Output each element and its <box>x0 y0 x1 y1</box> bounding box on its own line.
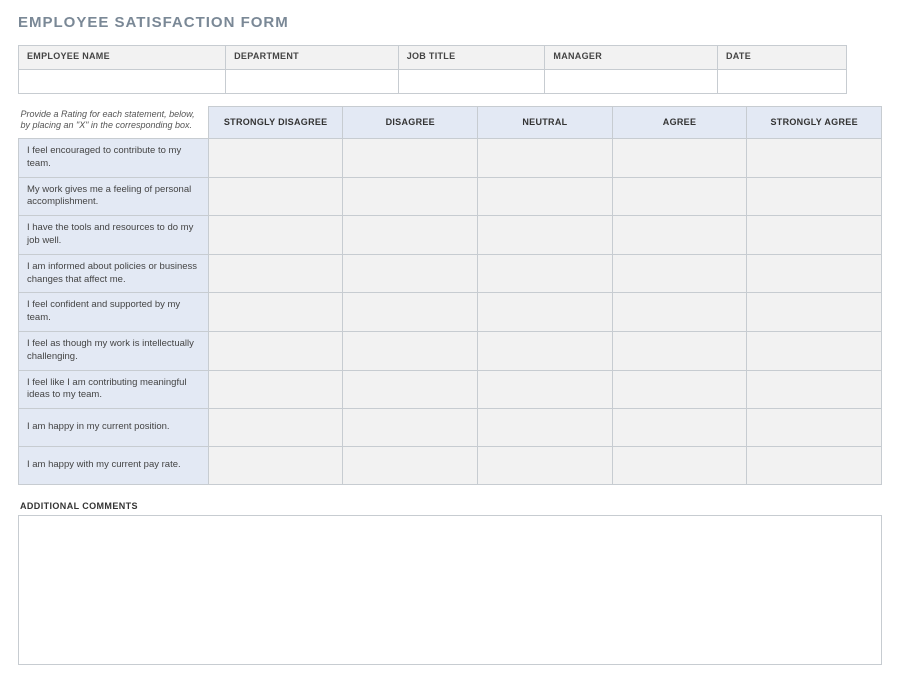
manager-field[interactable] <box>545 70 718 94</box>
form-title: EMPLOYEE SATISFACTION FORM <box>18 14 882 31</box>
rating-cell[interactable] <box>343 293 478 332</box>
rating-cell[interactable] <box>343 332 478 371</box>
statement-cell: I am informed about policies or business… <box>19 254 209 293</box>
employee-info-section: EMPLOYEE NAME DEPARTMENT JOB TITLE MANAG… <box>18 45 882 94</box>
comments-label: ADDITIONAL COMMENTS <box>18 501 882 511</box>
rating-cell[interactable] <box>478 332 613 371</box>
rating-cell[interactable] <box>343 216 478 255</box>
rating-cell[interactable] <box>343 447 478 485</box>
rating-cell[interactable] <box>208 293 343 332</box>
rating-cell[interactable] <box>478 447 613 485</box>
rating-header-disagree: DISAGREE <box>343 107 478 139</box>
rating-header-agree: AGREE <box>612 107 747 139</box>
statement-cell: I am happy with my current pay rate. <box>19 447 209 485</box>
statement-cell: I am happy in my current position. <box>19 409 209 447</box>
rating-cell[interactable] <box>208 216 343 255</box>
rating-cell[interactable] <box>612 254 747 293</box>
info-header-mgr: MANAGER <box>545 46 718 70</box>
rating-cell[interactable] <box>343 254 478 293</box>
rating-cell[interactable] <box>747 254 882 293</box>
statement-cell: I feel like I am contributing meaningful… <box>19 370 209 409</box>
rating-header-neutral: NEUTRAL <box>478 107 613 139</box>
rating-cell[interactable] <box>747 216 882 255</box>
rating-cell[interactable] <box>208 447 343 485</box>
rating-cell[interactable] <box>612 216 747 255</box>
rating-cell[interactable] <box>747 409 882 447</box>
rating-cell[interactable] <box>478 216 613 255</box>
rating-cell[interactable] <box>208 370 343 409</box>
employee-name-field[interactable] <box>19 70 226 94</box>
rating-cell[interactable] <box>612 447 747 485</box>
rating-cell[interactable] <box>747 293 882 332</box>
rating-cell[interactable] <box>478 254 613 293</box>
rating-cell[interactable] <box>747 370 882 409</box>
rating-cell[interactable] <box>612 293 747 332</box>
statement-cell: My work gives me a feeling of personal a… <box>19 177 209 216</box>
rating-cell[interactable] <box>612 332 747 371</box>
rating-cell[interactable] <box>478 409 613 447</box>
rating-cell[interactable] <box>478 293 613 332</box>
statement-cell: I feel confident and supported by my tea… <box>19 293 209 332</box>
rating-cell[interactable] <box>343 370 478 409</box>
rating-cell[interactable] <box>747 177 882 216</box>
rating-cell[interactable] <box>612 177 747 216</box>
statement-cell: I feel as though my work is intellectual… <box>19 332 209 371</box>
rating-cell[interactable] <box>747 447 882 485</box>
rating-header-strongly-agree: STRONGLY AGREE <box>747 107 882 139</box>
job-title-field[interactable] <box>398 70 545 94</box>
rating-cell[interactable] <box>478 138 613 177</box>
rating-table: Provide a Rating for each statement, bel… <box>18 106 882 485</box>
rating-instructions: Provide a Rating for each statement, bel… <box>19 107 209 139</box>
rating-cell[interactable] <box>612 138 747 177</box>
info-gap <box>847 46 882 70</box>
rating-cell[interactable] <box>747 138 882 177</box>
statement-cell: I feel encouraged to contribute to my te… <box>19 138 209 177</box>
rating-cell[interactable] <box>747 332 882 371</box>
rating-cell[interactable] <box>343 138 478 177</box>
rating-cell[interactable] <box>208 409 343 447</box>
rating-cell[interactable] <box>208 254 343 293</box>
date-field[interactable] <box>718 70 847 94</box>
rating-cell[interactable] <box>478 177 613 216</box>
info-header-title: JOB TITLE <box>398 46 545 70</box>
statement-cell: I have the tools and resources to do my … <box>19 216 209 255</box>
rating-cell[interactable] <box>478 370 613 409</box>
rating-cell[interactable] <box>343 177 478 216</box>
info-header-dept: DEPARTMENT <box>226 46 399 70</box>
rating-cell[interactable] <box>612 409 747 447</box>
info-header-date: DATE <box>718 46 847 70</box>
department-field[interactable] <box>226 70 399 94</box>
info-gap <box>847 70 882 94</box>
rating-header-strongly-disagree: STRONGLY DISAGREE <box>208 107 343 139</box>
rating-cell[interactable] <box>208 332 343 371</box>
comments-input[interactable] <box>18 515 882 665</box>
rating-cell[interactable] <box>612 370 747 409</box>
rating-cell[interactable] <box>343 409 478 447</box>
rating-cell[interactable] <box>208 138 343 177</box>
employee-info-table: EMPLOYEE NAME DEPARTMENT JOB TITLE MANAG… <box>18 45 882 94</box>
rating-cell[interactable] <box>208 177 343 216</box>
info-header-name: EMPLOYEE NAME <box>19 46 226 70</box>
